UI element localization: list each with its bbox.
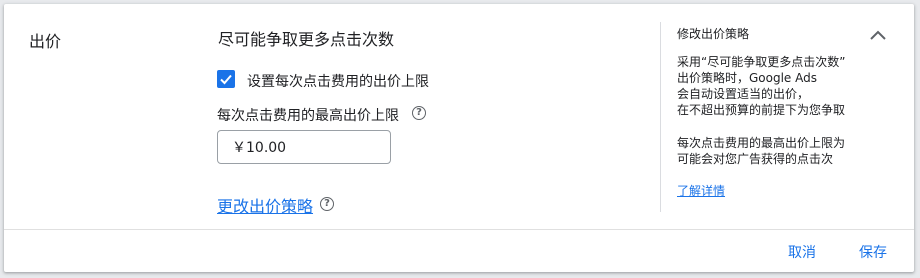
strategy-title: 尽可能争取更多点击次数 bbox=[218, 30, 395, 49]
footer-divider bbox=[4, 229, 914, 230]
max-cpc-input[interactable]: ￥10.00 bbox=[217, 130, 391, 164]
cancel-button[interactable]: 取消 bbox=[788, 242, 816, 262]
max-cpc-label: 每次点击费用的最高出价上限 bbox=[217, 108, 399, 124]
collapse-button[interactable] bbox=[866, 24, 890, 48]
section-title: 出价 bbox=[29, 32, 62, 51]
max-cpc-checkbox-label[interactable]: 设置每次点击费用的出价上限 bbox=[247, 71, 429, 91]
save-button[interactable]: 保存 bbox=[859, 242, 887, 262]
bidding-card: 出价 尽可能争取更多点击次数 设置每次点击费用的出价上限 每次点击费用的最高出价… bbox=[4, 4, 914, 272]
help-circle-icon[interactable]: ? bbox=[320, 197, 334, 211]
vertical-divider bbox=[660, 22, 661, 212]
side-panel-paragraph-1: 采用“尽可能争取更多点击次数” 出价策略时，Google Ads 会自动设置适当… bbox=[677, 55, 846, 117]
check-icon bbox=[220, 74, 232, 85]
chevron-up-icon bbox=[870, 30, 886, 40]
side-panel-paragraph-2: 每次点击费用的最高出价上限为 可能会对您广告获得的点击次 bbox=[677, 136, 846, 166]
change-bid-strategy-link[interactable]: 更改出价策略 bbox=[217, 193, 313, 217]
max-cpc-checkbox[interactable] bbox=[217, 70, 235, 88]
help-circle-icon[interactable]: ? bbox=[412, 106, 426, 120]
side-panel-title: 修改出价策略 bbox=[677, 27, 750, 41]
learn-more-link[interactable]: 了解详情 bbox=[677, 182, 725, 199]
